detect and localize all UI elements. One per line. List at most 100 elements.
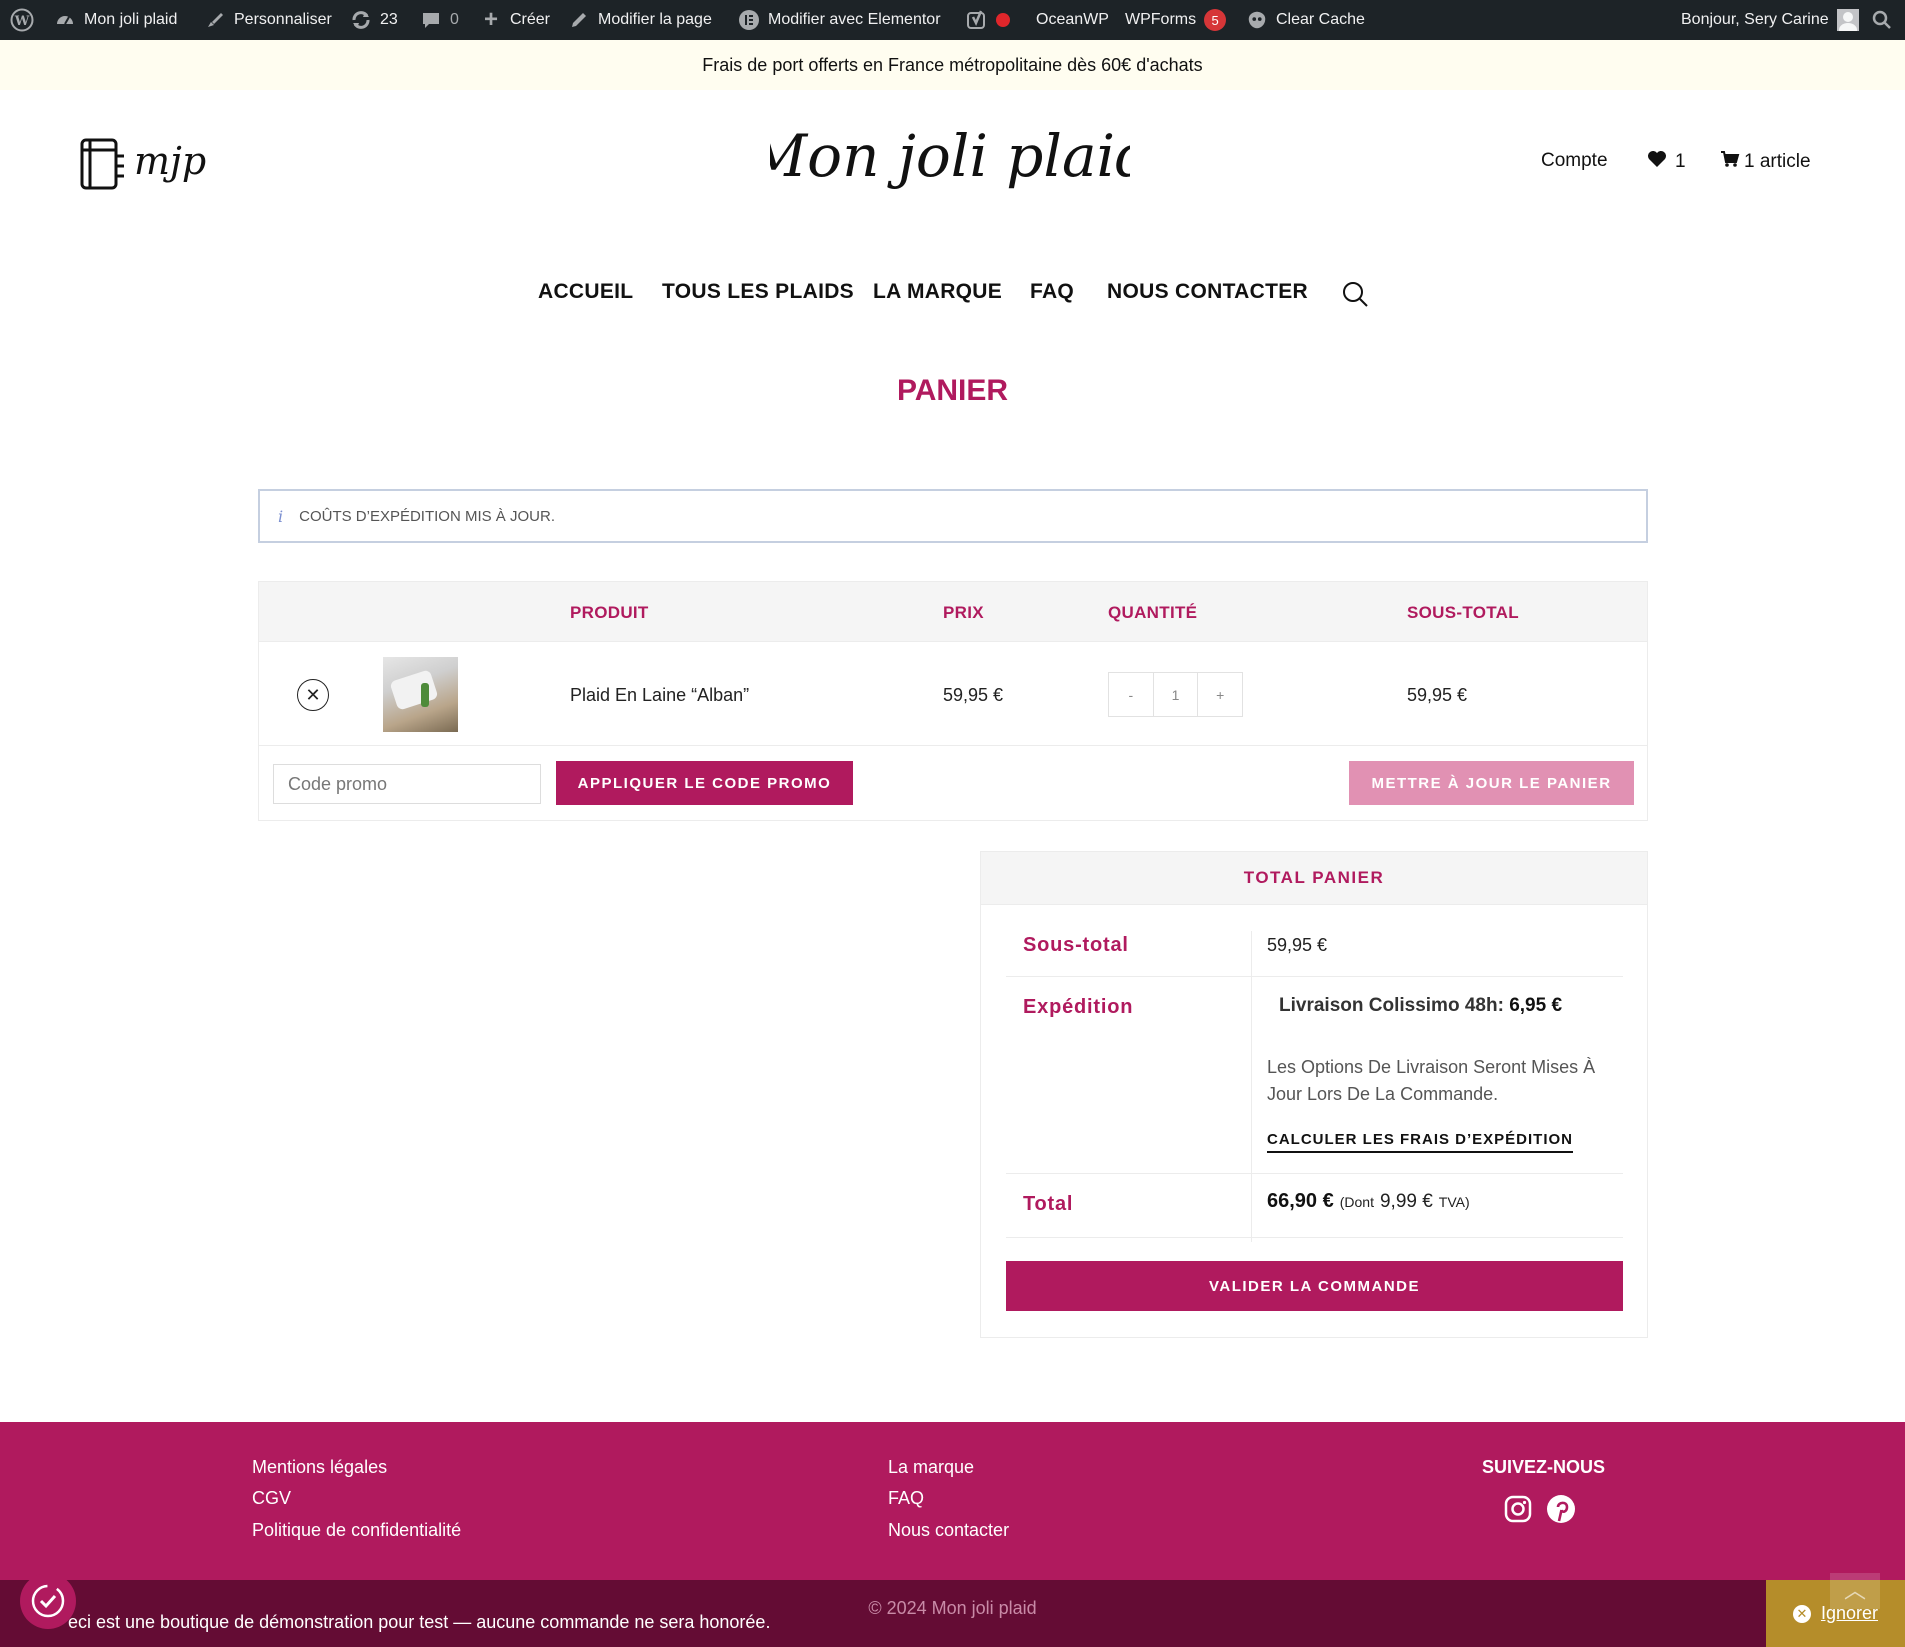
cart-link[interactable]: 1 article [1720, 150, 1811, 174]
nav-nous-contacter[interactable]: NOUS CONTACTER [1107, 280, 1308, 304]
cart-table: PRODUIT PRIX QUANTITÉ SOUS-TOTAL ✕ Plaid… [258, 581, 1648, 821]
cookie-consent-button[interactable] [20, 1573, 76, 1629]
cookie-check-icon [31, 1584, 65, 1618]
account-link[interactable]: Compte [1541, 150, 1608, 172]
comments-count: 0 [450, 11, 459, 28]
yoast-menu[interactable] [966, 0, 1010, 40]
clear-cache-menu[interactable]: Clear Cache [1246, 0, 1365, 40]
comments-menu[interactable]: 0 [420, 0, 459, 40]
wpforms-label: WPForms [1125, 11, 1197, 28]
divider [1006, 976, 1623, 977]
col-header-product: PRODUIT [570, 603, 649, 622]
coupon-code-input[interactable]: Code promo [273, 764, 541, 804]
close-icon: ✕ [1792, 1604, 1811, 1623]
apply-coupon-button[interactable]: APPLIQUER LE CODE PROMO [556, 761, 853, 805]
footer-link-privacy[interactable]: Politique de confidentialité [252, 1520, 461, 1541]
shipping-method: Livraison Colissimo 48h: 6,95 € [1279, 995, 1562, 1017]
nav-accueil[interactable]: ACCUEIL [538, 280, 633, 304]
account-menu[interactable]: Bonjour, Sery Carine [1681, 0, 1859, 40]
shipping-note-line-2: Jour Lors De La Commande. [1267, 1084, 1499, 1104]
footer-link-la-marque[interactable]: La marque [888, 1457, 974, 1478]
qty-minus-button[interactable]: - [1109, 673, 1153, 716]
remove-item-button[interactable]: ✕ [297, 679, 329, 711]
info-icon: i [278, 506, 284, 526]
customize-label: Personnaliser [234, 11, 332, 28]
small-logo[interactable]: mjp [78, 136, 218, 192]
clear-cache-label: Clear Cache [1276, 11, 1365, 28]
nav-tous-les-plaids[interactable]: TOUS LES PLAIDS [662, 280, 854, 304]
footer-link-faq[interactable]: FAQ [888, 1488, 924, 1509]
dashboard-icon [54, 9, 76, 31]
svg-text:W: W [14, 14, 30, 29]
edit-page-menu[interactable]: Modifier la page [568, 0, 712, 40]
site-name-label: Mon joli plaid [84, 11, 178, 28]
page-title: PANIER [896, 374, 1009, 407]
tax-value: 9,99 € [1379, 1191, 1433, 1212]
customize-menu[interactable]: Personnaliser [204, 0, 332, 40]
update-cart-button[interactable]: METTRE À JOUR LE PANIER [1349, 761, 1634, 805]
wpforms-badge: 5 [1204, 9, 1227, 31]
total-value-group: 66,90 € (Dont 9,99 € TVA) [1267, 1190, 1470, 1213]
follow-us-title: SUIVEZ-NOUS [1482, 1457, 1606, 1477]
product-thumbnail[interactable] [383, 657, 458, 732]
footer-link-cgv[interactable]: CGV [252, 1488, 291, 1509]
cart-table-header: PRODUIT PRIX QUANTITÉ SOUS-TOTAL [259, 582, 1647, 642]
footer-link-mentions[interactable]: Mentions légales [252, 1457, 387, 1478]
qty-input[interactable]: 1 [1152, 673, 1199, 716]
shipping-label: Expédition [1023, 996, 1134, 1018]
elementor-icon [738, 9, 760, 31]
qty-plus-button[interactable]: + [1198, 673, 1242, 716]
account-label: Compte [1541, 150, 1608, 171]
calculate-shipping-link[interactable]: CALCULER LES FRAIS D’EXPÉDITION [1267, 1131, 1574, 1153]
updates-menu[interactable]: 23 [350, 0, 398, 40]
divider [1006, 1237, 1623, 1238]
elementor-menu[interactable]: Modifier avec Elementor [738, 0, 941, 40]
wp-admin-bar: W Mon joli plaid Personnaliser 23 0 + Cr… [0, 0, 1905, 40]
pinterest-icon[interactable] [1546, 1494, 1576, 1524]
edit-page-label: Modifier la page [598, 11, 712, 28]
heart-icon [1647, 150, 1667, 174]
yoast-icon [966, 9, 988, 31]
demo-store-notice: eci est une boutique de démonstration po… [68, 1612, 771, 1632]
main-logo[interactable]: Mon joli plaid [747, 118, 1152, 218]
elementor-label: Modifier avec Elementor [768, 11, 941, 28]
nav-faq[interactable]: FAQ [1030, 280, 1074, 304]
nav-la-marque[interactable]: LA MARQUE [873, 280, 1002, 304]
table-row: ✕ Plaid En Laine “Alban” 59,95 € - 1 + 5… [259, 642, 1647, 746]
footer-link-contact[interactable]: Nous contacter [888, 1520, 1009, 1541]
divider [1006, 1173, 1623, 1174]
cache-icon [1246, 9, 1268, 31]
tax-suffix: TVA) [1438, 1194, 1470, 1210]
oceanwp-menu[interactable]: OceanWP [1036, 0, 1109, 40]
updates-icon [350, 9, 372, 31]
checkout-button[interactable]: VALIDER LA COMMANDE [1006, 1261, 1623, 1311]
footer: Mentions légales CGV Politique de confid… [0, 1422, 1905, 1580]
divider [1251, 1087, 1252, 1242]
shipping-updated-notice: i COÛTS D’EXPÉDITION MIS À JOUR. [258, 489, 1648, 543]
bottom-bar: © 2024 Mon joli plaid eci est une boutiq… [0, 1573, 1905, 1647]
new-content-menu[interactable]: + Créer [480, 0, 550, 40]
oceanwp-label: OceanWP [1036, 11, 1109, 28]
scroll-to-top-button[interactable]: ︿ [1830, 1573, 1880, 1609]
chevron-up-icon: ︿ [1843, 1578, 1866, 1603]
quantity-stepper: - 1 + [1108, 672, 1243, 717]
instagram-icon[interactable] [1503, 1494, 1533, 1524]
cart-icon [1720, 150, 1740, 174]
avatar [1836, 9, 1859, 31]
greeting-label: Bonjour, Sery Carine [1681, 11, 1829, 28]
logo-small-text: mjp [134, 139, 206, 183]
wordpress-logo-icon[interactable]: W [10, 0, 34, 40]
brush-icon [204, 9, 226, 31]
total-label: Total [1023, 1193, 1074, 1215]
wishlist-link[interactable]: 1 [1647, 150, 1686, 174]
new-label: Créer [510, 11, 551, 28]
admin-search-icon[interactable] [1872, 0, 1892, 40]
shipping-promo-bar: Frais de port offerts en France métropol… [0, 40, 1905, 90]
search-icon[interactable] [1341, 280, 1369, 313]
plus-icon: + [483, 6, 498, 33]
product-name-link[interactable]: Plaid En Laine “Alban” [570, 685, 749, 706]
divider [1251, 931, 1252, 1087]
col-header-price: PRIX [943, 603, 984, 622]
wpforms-menu[interactable]: WPForms 5 [1125, 0, 1227, 40]
site-name-menu[interactable]: Mon joli plaid [54, 0, 177, 40]
